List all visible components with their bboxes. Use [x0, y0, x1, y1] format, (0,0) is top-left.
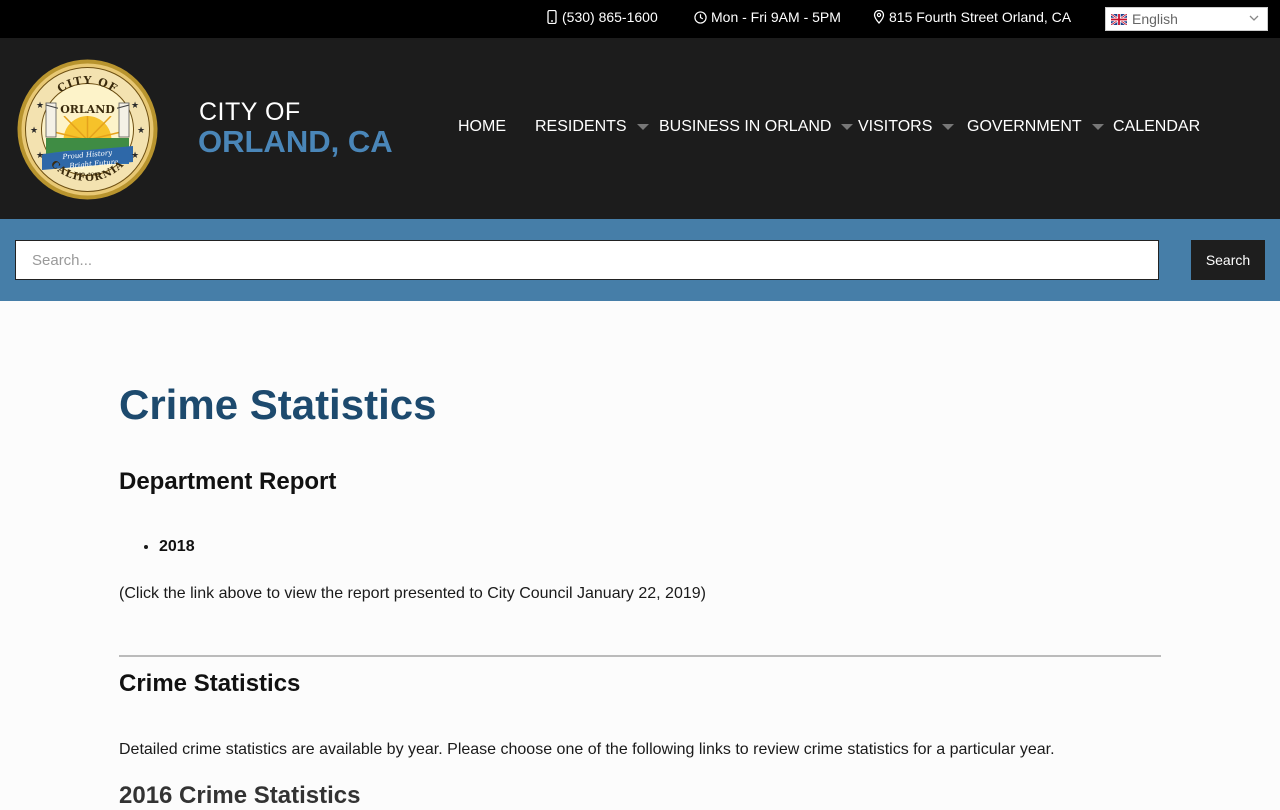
nav-calendar-label: CALENDAR: [1113, 118, 1201, 135]
list-item: 2018: [159, 538, 195, 556]
address-text: 815 Fourth Street Orland, CA: [889, 9, 1072, 25]
nav-business-label: BUSINESS IN ORLAND: [659, 118, 832, 135]
mobile-phone-icon: [547, 10, 557, 24]
phone-contact[interactable]: (530) 865-1600: [546, 9, 658, 25]
svg-text:★: ★: [30, 126, 38, 136]
city-seal-logo[interactable]: Proud History Bright Future ORLAND INC. …: [16, 58, 159, 201]
uk-flag-icon: [1111, 13, 1127, 25]
nav-government-label: GOVERNMENT: [967, 118, 1082, 135]
phone-number: (530) 865-1600: [562, 9, 658, 25]
section-divider: [119, 655, 1161, 657]
svg-text:★: ★: [137, 126, 145, 136]
search-band: Search: [0, 219, 1280, 301]
page-title: Crime Statistics: [119, 381, 437, 428]
caret-down-icon: [841, 124, 854, 130]
nav-residents-label: RESIDENTS: [535, 118, 627, 135]
report-link-list: 2018: [159, 538, 195, 556]
svg-text:★: ★: [131, 151, 139, 161]
svg-text:★: ★: [36, 151, 44, 161]
search-input[interactable]: [15, 240, 1159, 280]
section-heading-department-report: Department Report: [119, 468, 337, 495]
language-label: English: [1132, 11, 1178, 27]
top-utility-bar: (530) 865-1600 Mon - Fri 9AM - 5PM 815 F…: [0, 0, 1280, 38]
chevron-down-icon: [1249, 15, 1259, 21]
svg-text:★: ★: [36, 101, 44, 111]
report-note: (Click the link above to view the report…: [119, 585, 706, 602]
hours-text: Mon - Fri 9AM - 5PM: [711, 9, 841, 25]
brand-city-name[interactable]: ORLAND, CA: [198, 124, 393, 160]
svg-text:★: ★: [131, 101, 139, 111]
section-heading-crime-statistics: Crime Statistics: [119, 670, 301, 697]
nav-business[interactable]: BUSINESS IN ORLAND: [659, 118, 854, 136]
map-pin-icon: [873, 10, 885, 24]
language-selector[interactable]: English: [1105, 7, 1268, 31]
search-button[interactable]: Search: [1191, 240, 1265, 280]
nav-home-label: HOME: [458, 118, 506, 135]
brand-city-of[interactable]: CITY OF: [199, 98, 301, 127]
site-header: Proud History Bright Future ORLAND INC. …: [0, 38, 1280, 219]
nav-calendar[interactable]: CALENDAR: [1113, 118, 1200, 136]
office-address[interactable]: 815 Fourth Street Orland, CA: [873, 9, 1071, 25]
clock-icon: [694, 10, 707, 24]
caret-down-icon: [636, 124, 649, 130]
nav-home[interactable]: HOME: [458, 118, 506, 136]
nav-residents[interactable]: RESIDENTS: [535, 118, 649, 136]
seal-city-name: ORLAND: [60, 103, 115, 116]
nav-government[interactable]: GOVERNMENT: [967, 118, 1104, 136]
year-heading-2016: 2016 Crime Statistics: [119, 782, 361, 809]
crime-stats-description: Detailed crime statistics are available …: [119, 741, 1055, 758]
nav-visitors-label: VISITORS: [858, 118, 933, 135]
caret-down-icon: [1091, 124, 1104, 130]
nav-visitors[interactable]: VISITORS: [858, 118, 955, 136]
report-link-2018[interactable]: 2018: [159, 538, 195, 555]
caret-down-icon: [942, 124, 955, 130]
office-hours: Mon - Fri 9AM - 5PM: [694, 9, 841, 25]
